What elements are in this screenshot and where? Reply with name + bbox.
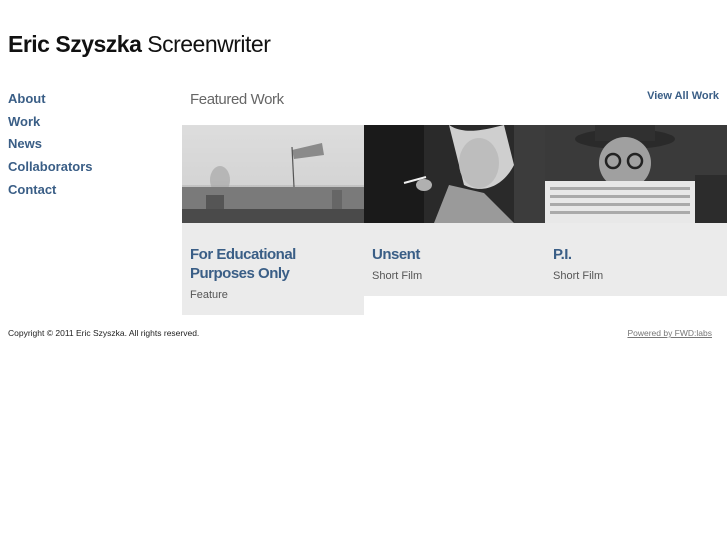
work-card-unsent[interactable]: Unsent Short Film [364,125,546,296]
site-title-role: Screenwriter [147,31,271,57]
work-type: Short Film [372,270,423,282]
site-title-name: Eric Szyszka [8,31,142,57]
featured-work-heading: Featured Work [190,91,284,108]
work-card-pi[interactable]: P.I. Short Film [545,125,727,296]
powered-by-link[interactable]: Powered by FWD:labs [627,328,712,338]
work-type: Feature [190,289,228,301]
nav-item-work[interactable]: Work [8,114,40,129]
work-thumbnail[interactable] [364,125,546,223]
nav-item-contact[interactable]: Contact [8,182,56,197]
page: Eric Szyszka Screenwriter About Work New… [0,0,727,545]
work-type: Short Film [553,270,604,282]
nav-item-about[interactable]: About [8,91,46,106]
view-all-work-link[interactable]: View All Work [647,90,719,102]
nav-item-collaborators[interactable]: Collaborators [8,159,93,174]
main-nav: About Work News Collaborators Contact [8,90,93,203]
nav-item-news[interactable]: News [8,136,42,151]
work-thumbnail[interactable] [545,125,727,223]
work-title[interactable]: P.I. [553,245,719,264]
site-title: Eric Szyszka Screenwriter [8,31,271,58]
work-card-educational[interactable]: For Educational Purposes Only Feature [182,125,364,315]
work-title[interactable]: Unsent [372,245,538,264]
work-title[interactable]: For Educational Purposes Only [190,245,356,283]
work-thumbnail[interactable] [182,125,364,223]
footer-copyright: Copyright © 2011 Eric Szyszka. All right… [8,328,200,338]
